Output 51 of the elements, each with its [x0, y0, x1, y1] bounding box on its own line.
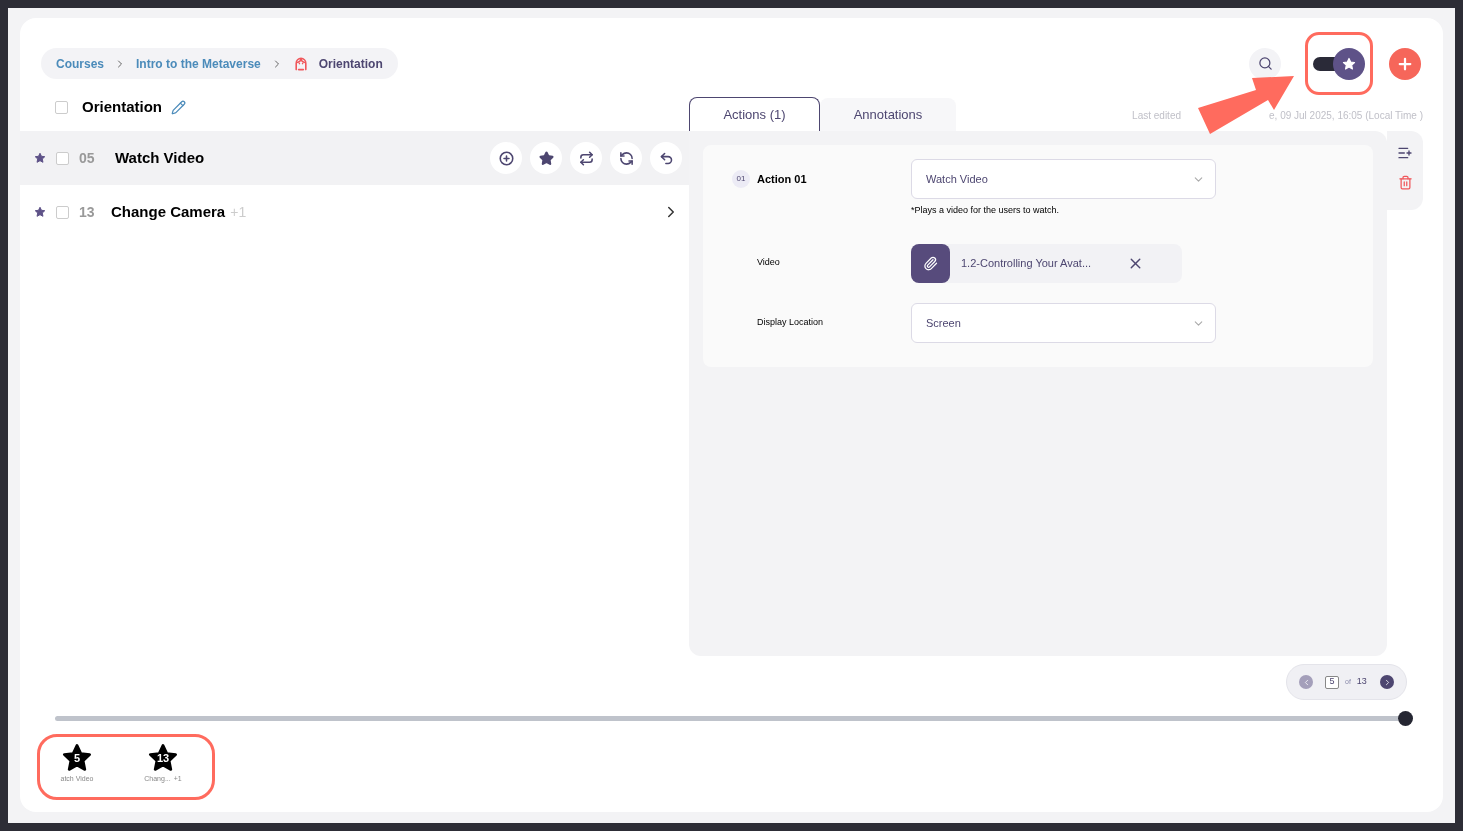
icon-button[interactable] — [570, 142, 602, 174]
icon-button[interactable] — [530, 142, 562, 174]
search-icon — [1257, 56, 1273, 71]
next-button[interactable] — [1380, 675, 1394, 689]
field-label: Display Location — [756, 316, 824, 330]
pencil-icon[interactable] — [171, 100, 186, 115]
icon-button[interactable] — [490, 142, 522, 174]
trash-icon[interactable] — [1397, 175, 1413, 190]
file-name: 1.2-Controlling Your Avat... — [961, 255, 1092, 271]
tab[interactable]: Actions (1) — [689, 97, 820, 131]
step-number: 05 — [79, 148, 96, 168]
step-row[interactable]: 05 Watch Video — [20, 131, 689, 185]
last-edited-label: Last edited — [1132, 109, 1181, 123]
paperclip-icon — [923, 255, 938, 271]
star-icon — [34, 152, 46, 164]
field-label: Video — [756, 256, 780, 270]
action-badge: 01 — [732, 170, 750, 188]
star-icon — [538, 150, 554, 166]
repeat-icon — [578, 150, 594, 166]
page-total: 13 — [1356, 675, 1367, 689]
star-marker[interactable]: 5 — [60, 742, 94, 774]
action-title: Action 01 — [757, 171, 807, 187]
add-button[interactable] — [1389, 47, 1421, 80]
section-title: Orientation — [82, 97, 162, 118]
step-title: Watch Video — [115, 147, 205, 168]
checkbox[interactable] — [56, 151, 69, 165]
undo-icon — [658, 150, 674, 166]
checkbox[interactable] — [55, 101, 68, 114]
circle-plus-icon — [498, 150, 514, 166]
tab[interactable]: Annotations — [820, 98, 956, 131]
star-icon — [1342, 56, 1356, 71]
select-field[interactable]: Screen — [911, 303, 1216, 343]
list-plus-icon[interactable] — [1397, 145, 1413, 161]
star-marker[interactable]: 13 — [146, 742, 180, 774]
checkbox[interactable] — [56, 205, 69, 219]
search-button[interactable] — [1249, 47, 1281, 80]
step-number: 13 — [79, 202, 96, 222]
breadcrumb-link[interactable]: Orientation — [318, 54, 383, 73]
icon-button[interactable] — [610, 142, 642, 174]
face-icon — [292, 55, 309, 72]
icon-button[interactable] — [650, 142, 682, 174]
star-toggle[interactable] — [1313, 47, 1365, 80]
timeline-thumb[interactable] — [1398, 711, 1413, 726]
star-icon — [34, 206, 46, 218]
field-hint: *Plays a video for the users to watch. — [911, 204, 1061, 217]
select-field[interactable]: Watch Video — [911, 159, 1216, 199]
step-title: Change Camera — [111, 201, 226, 222]
star-icon — [146, 742, 180, 774]
refresh-icon — [618, 150, 634, 166]
page-input[interactable]: 5 — [1325, 675, 1339, 689]
star-icon — [60, 742, 94, 774]
